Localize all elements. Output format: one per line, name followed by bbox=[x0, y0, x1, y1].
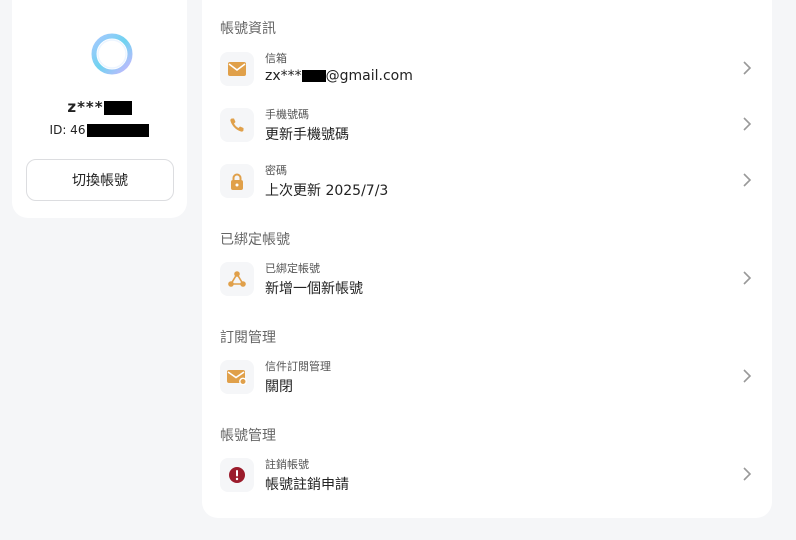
chevron-right-icon bbox=[743, 271, 752, 285]
row-linked-account[interactable]: 已綁定帳號 新增一個新帳號 bbox=[202, 262, 772, 312]
lock-icon bbox=[220, 164, 254, 198]
username: z*** bbox=[12, 98, 187, 116]
row-email[interactable]: 信箱 zx*** @gmail.com bbox=[202, 52, 772, 102]
row-label: 已綁定帳號 bbox=[265, 262, 320, 275]
email-suffix: @gmail.com bbox=[325, 68, 413, 84]
chevron-right-icon bbox=[743, 117, 752, 131]
switch-account-button[interactable]: 切換帳號 bbox=[26, 159, 174, 201]
chevron-right-icon bbox=[743, 369, 752, 383]
section-title-linked-accounts: 已綁定帳號 bbox=[220, 232, 290, 248]
user-id: ID: 46 bbox=[12, 123, 187, 137]
chevron-right-icon bbox=[743, 467, 752, 481]
username-text: z*** bbox=[67, 98, 104, 116]
row-label: 信件訂閱管理 bbox=[265, 360, 331, 373]
row-value: 更新手機號碼 bbox=[265, 127, 349, 143]
avatar-ring-icon bbox=[91, 33, 133, 75]
row-value: 帳號註銷申請 bbox=[265, 477, 349, 493]
mail-icon bbox=[220, 52, 254, 86]
section-title-account-management: 帳號管理 bbox=[220, 428, 276, 444]
redacted-username bbox=[103, 100, 132, 115]
row-delete-account[interactable]: 註銷帳號 帳號註銷申請 bbox=[202, 458, 772, 508]
chevron-right-icon bbox=[743, 61, 752, 75]
row-label: 手機號碼 bbox=[265, 108, 309, 121]
mail-subscription-icon bbox=[220, 360, 254, 394]
row-label: 密碼 bbox=[265, 164, 287, 177]
alert-icon bbox=[220, 458, 254, 492]
profile-card: z*** ID: 46 切換帳號 bbox=[12, 0, 187, 218]
row-phone[interactable]: 手機號碼 更新手機號碼 bbox=[202, 108, 772, 158]
user-id-prefix: ID: 46 bbox=[49, 123, 86, 137]
row-value: 新增一個新帳號 bbox=[265, 281, 363, 297]
row-value: 關閉 bbox=[265, 379, 293, 395]
redacted-email bbox=[301, 70, 326, 82]
email-prefix: zx*** bbox=[265, 68, 302, 84]
redacted-user-id bbox=[87, 124, 150, 137]
email-value: zx*** @gmail.com bbox=[265, 68, 413, 84]
row-label: 信箱 bbox=[265, 52, 287, 65]
row-password[interactable]: 密碼 上次更新 2025/7/3 bbox=[202, 164, 772, 214]
section-title-subscription: 訂閱管理 bbox=[220, 330, 276, 346]
share-link-icon bbox=[220, 262, 254, 296]
chevron-right-icon bbox=[743, 173, 752, 187]
row-mail-subscription[interactable]: 信件訂閱管理 關閉 bbox=[202, 360, 772, 410]
section-title-account-info: 帳號資訊 bbox=[220, 21, 276, 37]
row-label: 註銷帳號 bbox=[265, 458, 309, 471]
row-value: 上次更新 2025/7/3 bbox=[265, 183, 389, 199]
phone-icon bbox=[220, 108, 254, 142]
avatar bbox=[90, 32, 134, 76]
account-settings-card: 帳號資訊 信箱 zx*** @gmail.com 手機號碼 更新手機號碼 密碼 上… bbox=[202, 0, 772, 518]
